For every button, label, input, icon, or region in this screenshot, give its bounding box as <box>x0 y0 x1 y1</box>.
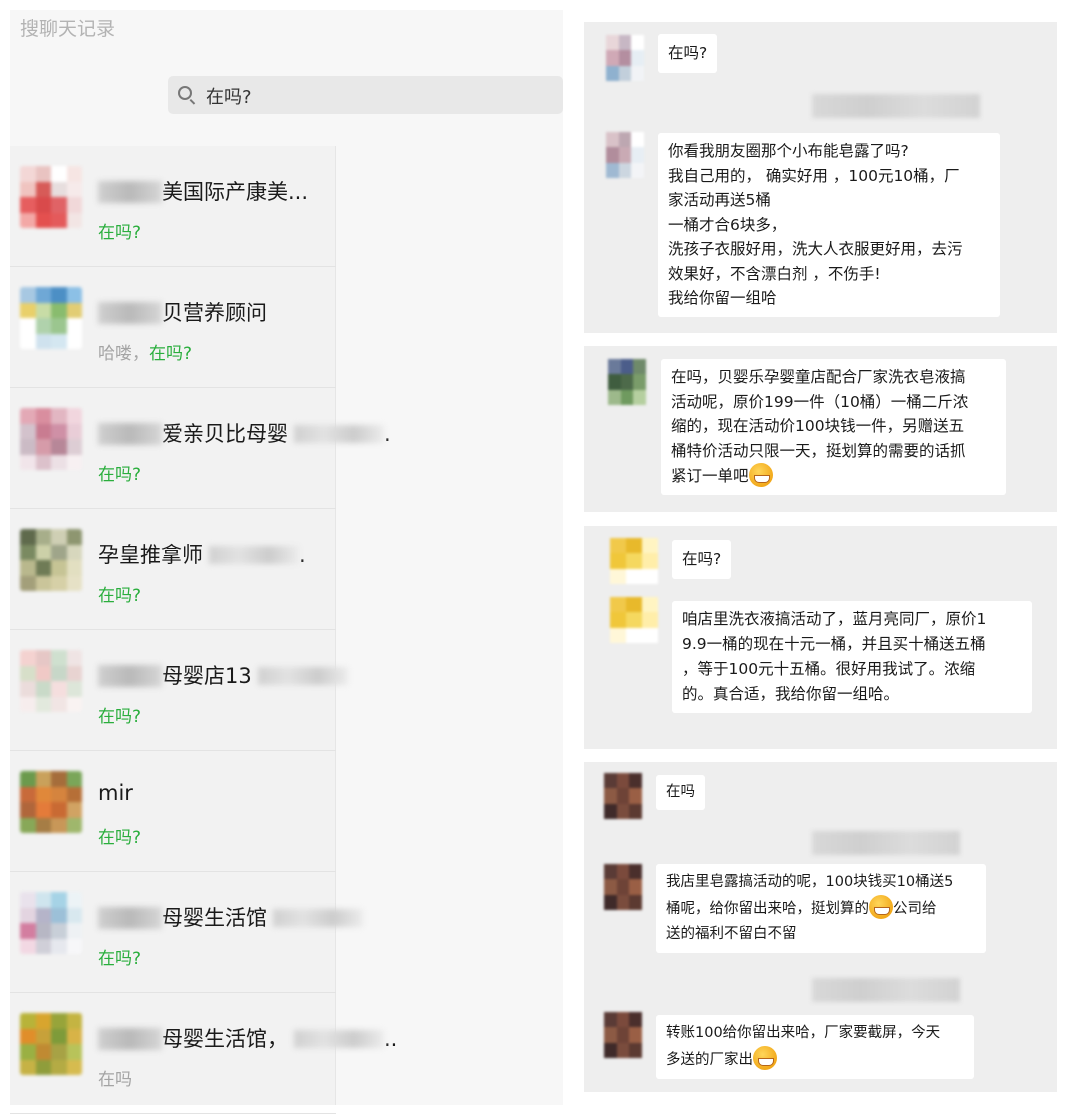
avatar <box>610 597 658 643</box>
message-text: 在吗，贝婴乐孕婴童店配合厂家洗衣皂液搞 活动呢，原价199一件（10桶）一桶二斤… <box>671 368 969 485</box>
search-input[interactable]: 在吗? <box>206 83 252 109</box>
search-bar[interactable]: 在吗? <box>168 76 563 114</box>
avatar <box>20 408 82 470</box>
contact-name-text: 爱亲贝比母婴 <box>162 422 288 446</box>
message-preview: 哈喽， <box>98 344 149 364</box>
list-item[interactable]: 孕皇推拿师. 在吗? <box>10 509 336 630</box>
message-preview: 在吗 <box>98 1070 132 1090</box>
avatar <box>20 650 82 712</box>
grin-emoji-icon <box>869 895 893 919</box>
list-item[interactable]: 母婴生活馆，.. 在吗 <box>10 993 397 1114</box>
matched-message: 在吗? <box>98 581 141 606</box>
redacted-text <box>98 665 162 687</box>
message-bubble[interactable]: 在吗 <box>656 775 705 810</box>
avatar <box>20 166 82 228</box>
redacted-text <box>98 302 162 324</box>
message-text: 转账100给你留出来哈，厂家要截屏，今天 多送的厂家出 <box>666 1025 941 1068</box>
avatar <box>20 771 82 833</box>
redacted-text <box>98 907 162 929</box>
redacted-text <box>273 909 363 927</box>
match-highlight: 在吗? <box>98 465 142 485</box>
list-item[interactable]: 美国际产康美... 在吗? <box>10 146 336 267</box>
contact-name-text: mir <box>98 781 133 805</box>
avatar <box>610 538 658 584</box>
message-bubble[interactable]: 转账100给你留出来哈，厂家要截屏，今天 多送的厂家出 <box>656 1015 974 1079</box>
avatar <box>20 287 82 349</box>
message-bubble[interactable]: 在吗? <box>672 540 732 579</box>
name-ellipsis: . <box>384 422 391 446</box>
match-highlight: 在吗? <box>98 586 142 606</box>
redacted-text <box>209 546 299 564</box>
redacted-time <box>812 94 980 118</box>
matched-message: 在吗? <box>98 702 141 727</box>
panel-title: 搜聊天记录 <box>20 18 116 40</box>
match-highlight: 在吗? <box>98 223 142 243</box>
contact-name: 母婴店13 <box>98 660 348 690</box>
avatar <box>604 1012 642 1058</box>
grin-emoji-icon <box>748 463 773 487</box>
match-highlight: 在吗? <box>98 949 142 969</box>
avatar <box>608 359 646 405</box>
matched-message: 在吗? <box>98 460 141 485</box>
avatar <box>604 773 642 819</box>
avatar <box>20 529 82 591</box>
name-ellipsis: . <box>299 543 306 567</box>
result-list-area: 美国际产康美... 在吗? 贝营养顾问 哈喽，在吗? 爱亲贝比母婴. 在吗? 孕皇推拿师. 在… <box>10 146 563 1114</box>
redacted-text <box>294 1030 384 1048</box>
contact-name-text: 母婴生活馆， <box>162 1027 288 1051</box>
avatar <box>604 864 642 910</box>
chat-card-3: 在吗? 咱店里洗衣液搞活动了，蓝月亮同厂，原价1 9.9一桶的现在十元一桶，并且… <box>584 526 1057 749</box>
list-item[interactable]: 母婴店13 在吗? <box>10 630 348 751</box>
contact-name: 母婴生活馆 <box>98 902 363 932</box>
contact-name: 美国际产康美... <box>98 176 308 206</box>
grin-emoji-icon <box>753 1046 777 1070</box>
contact-name-text: 美国际产康美... <box>162 180 309 204</box>
search-icon <box>178 86 192 100</box>
redacted-text <box>98 1028 162 1050</box>
contact-name: 母婴生活馆，.. <box>98 1023 397 1053</box>
redacted-time <box>812 978 960 1002</box>
contact-name: 爱亲贝比母婴. <box>98 418 391 448</box>
redacted-text <box>98 181 162 203</box>
match-highlight: 在吗? <box>98 707 142 727</box>
message-bubble[interactable]: 在吗? <box>658 34 718 73</box>
name-ellipsis: .. <box>384 1027 398 1051</box>
contact-name-text: 母婴生活馆 <box>162 906 267 930</box>
matched-message: 在吗? <box>98 944 141 969</box>
redacted-time <box>812 831 960 855</box>
chat-search-panel: 搜聊天记录 在吗? 美国际产康美... 在吗? 贝营养顾问 哈喽，在吗? 爱亲贝比母婴.… <box>10 10 563 1114</box>
message-bubble[interactable]: 你看我朋友圈那个小布能皂露了吗? 我自己用的， 确实好用 ，100元10桶，厂 … <box>658 133 1000 317</box>
avatar <box>606 35 644 81</box>
list-item[interactable]: 贝营养顾问 哈喽，在吗? <box>10 267 336 388</box>
list-item[interactable]: mir 在吗? <box>10 751 336 872</box>
matched-message: 在吗 <box>98 1065 132 1090</box>
screenshot: 搜聊天记录 在吗? 美国际产康美... 在吗? 贝营养顾问 哈喽，在吗? 爱亲贝比母婴.… <box>0 0 1080 1115</box>
list-item[interactable]: 母婴生活馆 在吗? <box>10 872 363 993</box>
match-highlight: 在吗? <box>98 828 142 848</box>
chat-card-1: 在吗? 你看我朋友圈那个小布能皂露了吗? 我自己用的， 确实好用 ，100元10… <box>584 22 1057 333</box>
redacted-text <box>294 425 384 443</box>
contact-name-text: 母婴店13 <box>162 664 252 688</box>
avatar <box>20 1013 82 1075</box>
chat-card-2: 在吗，贝婴乐孕婴童店配合厂家洗衣皂液搞 活动呢，原价199一件（10桶）一桶二斤… <box>584 346 1057 512</box>
message-bubble[interactable]: 咱店里洗衣液搞活动了，蓝月亮同厂，原价1 9.9一桶的现在十元一桶，并且买十桶送… <box>672 601 1032 713</box>
matched-message: 在吗? <box>98 218 141 243</box>
contact-name: mir <box>98 781 133 805</box>
contact-name-text: 孕皇推拿师 <box>98 543 203 567</box>
message-bubble[interactable]: 在吗，贝婴乐孕婴童店配合厂家洗衣皂液搞 活动呢，原价199一件（10桶）一桶二斤… <box>661 359 1006 495</box>
contact-name: 孕皇推拿师. <box>98 539 306 569</box>
list-item[interactable]: 爱亲贝比母婴. 在吗? <box>10 388 391 509</box>
contact-name-text: 贝营养顾问 <box>162 301 267 325</box>
avatar <box>606 132 644 178</box>
matched-message: 在吗? <box>98 823 141 848</box>
matched-message: 哈喽，在吗? <box>98 339 192 364</box>
avatar <box>20 892 82 954</box>
chat-card-4: 在吗 我店里皂露搞活动的呢，100块钱买10桶送5 桶呢，给你留出来哈，挺划算的… <box>584 762 1057 1092</box>
message-bubble[interactable]: 我店里皂露搞活动的呢，100块钱买10桶送5 桶呢，给你留出来哈，挺划算的 公司给… <box>656 864 986 953</box>
result-list: 美国际产康美... 在吗? 贝营养顾问 哈喽，在吗? 爱亲贝比母婴. 在吗? 孕皇推拿师. 在… <box>10 146 397 1114</box>
redacted-text <box>257 667 348 685</box>
contact-name: 贝营养顾问 <box>98 297 267 327</box>
match-highlight: 在吗? <box>149 344 193 364</box>
redacted-text <box>98 423 162 445</box>
